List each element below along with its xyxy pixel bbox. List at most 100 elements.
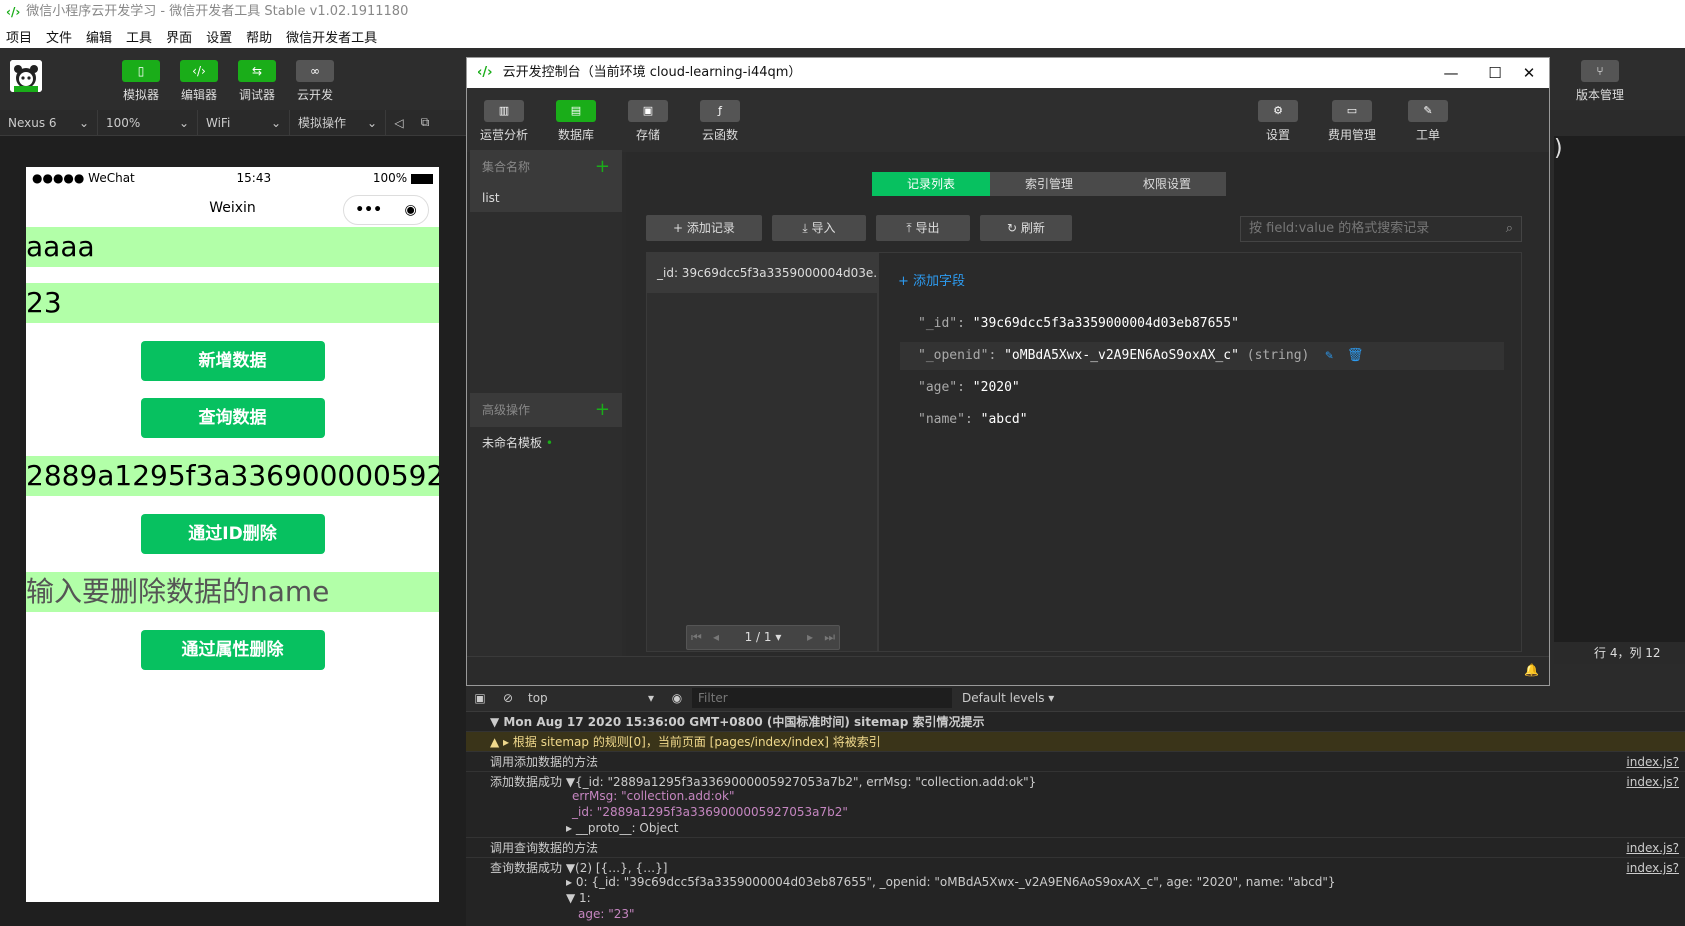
menu-edit[interactable]: 编辑 [86, 27, 112, 46]
more-icon[interactable]: ••• [355, 191, 382, 229]
log-line: 调用查询数据的方法 index.js? [466, 838, 1685, 858]
device-select[interactable]: Nexus 6 ⌄ [0, 109, 98, 136]
log-source-link[interactable]: index.js? [1626, 838, 1679, 857]
simulator-button[interactable]: ▯ 模拟器 [114, 60, 168, 103]
log-sitemap-header[interactable]: ▼ Mon Aug 17 2020 15:36:00 GMT+0800 (中国标… [466, 712, 1685, 732]
mute-icon[interactable]: ◁ [386, 116, 412, 130]
log-text: ▼ Mon Aug 17 2020 15:36:00 GMT+0800 (中国标… [490, 715, 985, 729]
tab-settings[interactable]: ⚙ 设置 [1248, 100, 1308, 143]
minimize-icon[interactable]: — [1429, 58, 1473, 88]
refresh-label: 刷新 [1020, 221, 1045, 235]
avatar[interactable] [10, 60, 42, 92]
trash-icon[interactable]: 🗑 [1347, 348, 1364, 363]
query-data-button[interactable]: 查询数据 [140, 398, 325, 438]
edit-icon[interactable]: ✎ [1325, 348, 1333, 363]
tab-analytics[interactable]: ▥ 运营分析 [474, 100, 534, 143]
delete-by-id-button[interactable]: 通过ID删除 [140, 514, 325, 554]
page-select[interactable]: 1 / 1 ▾ [745, 630, 782, 644]
menu-devtools[interactable]: 微信开发者工具 [286, 27, 377, 46]
export-button[interactable]: ⤒ 导出 [876, 215, 970, 241]
log-line[interactable]: ▼ 1: [466, 890, 1685, 906]
template-item[interactable]: 未命名模板 • [470, 430, 622, 456]
menu-file[interactable]: 文件 [46, 27, 72, 46]
import-button[interactable]: ⤓ 导入 [772, 215, 866, 241]
debugger-button[interactable]: ⇆ 调试器 [230, 60, 284, 103]
name-input[interactable]: 输入要删除数据的name [26, 572, 439, 612]
tab-database[interactable]: ▤ 数据库 [546, 100, 606, 143]
delete-by-attr-button[interactable]: 通过属性删除 [140, 630, 325, 670]
close-icon[interactable]: ✕ [1507, 58, 1551, 88]
field-row-name[interactable]: "name": "abcd" [900, 406, 1504, 434]
menu-project[interactable]: 项目 [6, 27, 32, 46]
capsule-menu[interactable]: ••• ◉ [343, 195, 429, 225]
bell-icon[interactable]: 🔔 [1524, 663, 1539, 677]
simulator-label: 模拟器 [122, 88, 159, 102]
tab-billing[interactable]: ▭ 费用管理 [1322, 100, 1382, 143]
first-page-icon[interactable]: ⏮ [691, 626, 702, 649]
upload-icon: ⤒ [906, 221, 916, 235]
field-type: (string) [1246, 348, 1310, 363]
eye-icon[interactable]: ◉ [662, 691, 692, 705]
tab-functions[interactable]: ƒ 云函数 [690, 100, 750, 143]
log-source-link[interactable]: index.js? [1626, 752, 1679, 771]
cloud-dev-button[interactable]: ∞ 云开发 [288, 60, 342, 103]
segment-permissions[interactable]: 权限设置 [1108, 172, 1226, 196]
log-text: ▲ ▸ 根据 sitemap 的规则[0]，当前页面 [pages/index/… [490, 735, 881, 749]
record-search-input[interactable]: 按 field:value 的格式搜索记录 ⌕ [1240, 216, 1522, 242]
context-value: top [528, 690, 548, 705]
cloud-dev-label: 云开发 [296, 88, 333, 102]
next-page-icon[interactable]: ▸ [807, 626, 813, 649]
log-line: _id: "2889a1295f3a3369000005927053a7b2" [466, 804, 1685, 820]
log-line[interactable]: ▸ __proto__: Object [466, 820, 1685, 838]
tab-storage[interactable]: ▣ 存储 [618, 100, 678, 143]
add-template-icon[interactable]: + [595, 393, 610, 427]
editor-button[interactable]: ‹/› 编辑器 [172, 60, 226, 103]
operation-select[interactable]: 模拟操作 ⌄ [290, 109, 386, 136]
log-line[interactable]: ▸ 0: {_id: "39c69dcc5f3a3359000004d03eb8… [466, 874, 1685, 890]
sidebar-toggle-icon[interactable]: ▣ [466, 691, 494, 705]
add-field-button[interactable]: + 添加字段 [898, 270, 965, 289]
search-icon[interactable]: ⌕ [1506, 217, 1513, 241]
refresh-button[interactable]: ↻ 刷新 [980, 215, 1072, 241]
debug-icon: ⇆ [238, 60, 276, 82]
version-button[interactable]: ⑂ 版本管理 [1568, 60, 1632, 103]
log-warning[interactable]: ▲ ▸ 根据 sitemap 的规则[0]，当前页面 [pages/index/… [466, 732, 1685, 752]
segment-records[interactable]: 记录列表 [872, 172, 990, 196]
close-circle-icon[interactable]: ◉ [405, 191, 417, 229]
collection-item-list[interactable]: list [470, 184, 622, 212]
code-editor[interactable]: ) [1554, 136, 1685, 656]
clear-console-icon[interactable]: ⊘ [494, 691, 522, 705]
menu-settings[interactable]: 设置 [206, 27, 232, 46]
import-label: 导入 [811, 221, 836, 235]
nav-title: Weixin [209, 200, 256, 216]
record-item[interactable]: _id: 39c69dcc5f3a3359000004d03e... [647, 253, 877, 293]
zoom-select[interactable]: 100% ⌄ [98, 109, 198, 136]
menu-view[interactable]: 界面 [166, 27, 192, 46]
window-icon[interactable]: ⧉ [412, 115, 438, 130]
field-row-openid[interactable]: "_openid": "oMBdA5Xwx-_v2A9EN6AoS9oxAX_c… [900, 342, 1504, 370]
segment-indexes[interactable]: 索引管理 [990, 172, 1108, 196]
tab-ticket[interactable]: ✎ 工单 [1398, 100, 1458, 143]
menu-tools[interactable]: 工具 [126, 27, 152, 46]
id-input[interactable]: 2889a1295f3a3369000005927053a7b2 [26, 456, 439, 496]
menu-bar: 项目 文件 编辑 工具 界面 设置 帮助 微信开发者工具 [0, 24, 1685, 48]
last-page-icon[interactable]: ⏭ [824, 626, 835, 649]
ticket-icon: ✎ [1408, 100, 1448, 122]
add-data-button[interactable]: 新增数据 [140, 341, 325, 381]
add-collection-icon[interactable]: + [595, 150, 610, 184]
field-row-age[interactable]: "age": "2020" [900, 374, 1504, 402]
prev-page-icon[interactable]: ◂ [713, 626, 719, 649]
phone-icon: ▯ [122, 60, 160, 82]
tab-label: 费用管理 [1327, 128, 1376, 142]
add-record-button[interactable]: + 添加记录 [646, 215, 762, 241]
menu-help[interactable]: 帮助 [246, 27, 272, 46]
log-line: errMsg: "collection.add:ok" [466, 788, 1685, 804]
context-select[interactable]: top ▾ [522, 691, 662, 705]
levels-select[interactable]: Default levels ▾ [962, 691, 1054, 705]
field-key: "_id": [918, 316, 965, 331]
console-filter-input[interactable]: Filter [692, 687, 952, 708]
status-time: 15:43 [236, 171, 272, 185]
field-row-id[interactable]: "_id": "39c69dcc5f3a3359000004d03eb87655… [900, 310, 1504, 338]
network-select[interactable]: WiFi ⌄ [198, 109, 290, 136]
plus-icon: + [673, 221, 687, 235]
